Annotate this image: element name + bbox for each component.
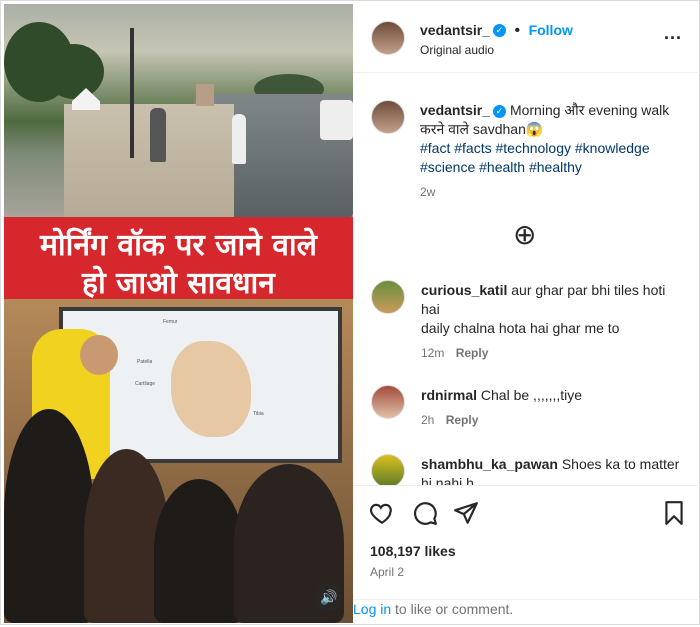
- post-video[interactable]: मोर्निंग वॉक पर जाने वाले हो जाओ सावधान …: [4, 4, 353, 623]
- caption: vedantsir_ ✓ Morning और evening walk करने…: [420, 101, 682, 202]
- caption-username[interactable]: vedantsir_: [420, 102, 490, 118]
- audio-link[interactable]: Original audio: [420, 43, 494, 57]
- commenter-avatar[interactable]: [371, 454, 405, 485]
- more-options-icon[interactable]: ...: [664, 23, 682, 44]
- comments-section: vedantsir_ ✓ Morning और evening walk करने…: [353, 73, 700, 485]
- car: [320, 100, 353, 140]
- comment-item: shambhu_ka_pawan Shoes ka to matter hi n…: [421, 455, 683, 485]
- lecture-scene: Femur Patella Cartilage Tibia: [4, 299, 353, 623]
- comment-username[interactable]: rdnirmal: [421, 387, 477, 403]
- knee-diagram: [171, 341, 251, 437]
- comment-time: 2h: [421, 413, 435, 427]
- login-link[interactable]: Log in: [353, 601, 391, 617]
- load-more-comments-icon[interactable]: ⊕: [513, 221, 536, 249]
- login-prompt-text: to like or comment.: [395, 601, 514, 617]
- likes-count[interactable]: 108,197 likes: [370, 543, 456, 559]
- post-sidebar: vedantsir_ ✓ • Follow Original audio ... …: [353, 1, 700, 626]
- comment-item: curious_katil aur ghar par bhi tiles hot…: [421, 281, 683, 363]
- banner-line-2: हो जाओ सावधान: [82, 266, 275, 301]
- comment-username[interactable]: shambhu_ka_pawan: [421, 456, 558, 472]
- commenter-avatar[interactable]: [371, 385, 405, 419]
- comment-text: Chal be ,,,,,,,tiye: [480, 387, 583, 403]
- author-avatar[interactable]: [371, 21, 405, 55]
- video-title-banner: मोर्निंग वॉक पर जाने वाले हो जाओ सावधान: [4, 217, 353, 301]
- reply-button[interactable]: Reply: [456, 346, 489, 360]
- author-line: vedantsir_ ✓ • Follow: [420, 22, 573, 39]
- save-bookmark-icon[interactable]: [661, 500, 687, 526]
- instagram-post: मोर्निंग वॉक पर जाने वाले हो जाओ सावधान …: [0, 0, 700, 625]
- caption-avatar[interactable]: [371, 100, 405, 134]
- like-heart-icon[interactable]: [369, 500, 395, 526]
- share-send-icon[interactable]: [453, 500, 479, 526]
- post-header: vedantsir_ ✓ • Follow Original audio ...: [353, 1, 700, 73]
- post-actions: 108,197 likes April 2 Log in to like or …: [353, 485, 700, 627]
- comment-bubble-icon[interactable]: [412, 500, 438, 526]
- sound-toggle-button[interactable]: 🔊: [315, 583, 343, 611]
- commenter-avatar[interactable]: [371, 280, 405, 314]
- walkway-scene: [4, 4, 353, 217]
- author-username[interactable]: vedantsir_: [420, 22, 490, 38]
- caption-hashtags[interactable]: #fact #facts #technology #knowledge #sci…: [420, 139, 682, 177]
- verified-badge-icon: ✓: [493, 104, 507, 118]
- login-prompt: Log in to like or comment.: [353, 601, 513, 617]
- comment-username[interactable]: curious_katil: [421, 282, 507, 298]
- caption-timestamp: 2w: [420, 185, 436, 199]
- comment-text-line2: daily chalna hota hai ghar me to: [421, 320, 620, 336]
- comment-item: rdnirmal Chal be ,,,,,,,tiye 2h Reply: [421, 386, 683, 430]
- speaker-icon: 🔊: [320, 589, 338, 605]
- banner-line-1: मोर्निंग वॉक पर जाने वाले: [39, 228, 318, 263]
- reply-button[interactable]: Reply: [446, 413, 479, 427]
- comment-time: 12m: [421, 346, 445, 360]
- follow-button[interactable]: Follow: [529, 22, 573, 38]
- verified-badge-icon: ✓: [493, 24, 507, 38]
- post-date: April 2: [370, 565, 405, 579]
